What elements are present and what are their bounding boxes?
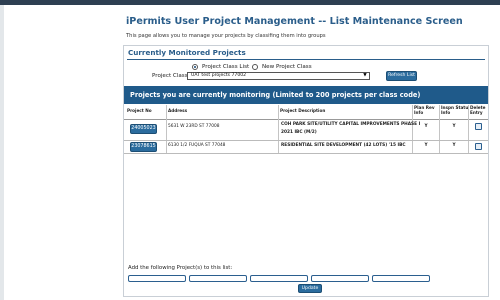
col-header-delete: Delete Entry <box>470 105 485 115</box>
add-project-input-4[interactable] <box>311 275 369 282</box>
add-project-input-3[interactable] <box>250 275 308 282</box>
radio-unchecked-icon[interactable] <box>252 64 258 70</box>
project-number-button[interactable]: 24005023 <box>130 124 157 134</box>
update-button[interactable]: Update <box>298 284 322 293</box>
radio-project-class-list[interactable]: Project Class List <box>192 63 249 71</box>
chevron-down-icon[interactable]: ▼ <box>362 73 368 78</box>
project-description-line1: COH PARK SITE/UTILITY CAPITAL IMPROVEMEN… <box>281 122 421 127</box>
page-subtitle: This page allows you to manage your proj… <box>126 33 326 39</box>
section-divider <box>127 59 485 60</box>
add-projects-label: Add the following Project(s) to this lis… <box>128 265 233 271</box>
table-row: 23078615 6130 1/2 FUQUA ST 77048 RESIDEN… <box>124 141 488 153</box>
plan-rev-value: Y <box>424 143 428 148</box>
browser-top-bar <box>0 0 500 5</box>
monitored-list-header: Projects you are currently monitoring (L… <box>124 86 488 104</box>
project-class-value: UAT test projects 77002 <box>191 73 247 78</box>
col-header-inspn-line2: Info <box>441 110 451 115</box>
project-number-button[interactable]: 23078615 <box>130 142 157 152</box>
radio-checked-icon[interactable] <box>192 64 198 70</box>
project-description-line2: 2021 IBC (M/2) <box>281 130 317 135</box>
col-header-plan-rev: Plan Rev Info <box>414 105 435 115</box>
project-address: 5631 W 23RD ST 77008 <box>168 124 220 129</box>
add-project-input-1[interactable] <box>128 275 186 282</box>
inspn-value: Y <box>452 124 456 129</box>
delete-entry-checkbox[interactable] <box>475 143 482 150</box>
section-title: Currently Monitored Projects <box>128 48 246 57</box>
project-class-select[interactable]: UAT test projects 77002 ▼ <box>187 72 370 80</box>
project-address: 6130 1/2 FUQUA ST 77048 <box>168 143 226 148</box>
table-row: 24005023 5631 W 23RD ST 77008 COH PARK S… <box>124 120 488 140</box>
project-description-line1: RESIDENTIAL SITE DEVELOPMENT (42 LOTS) '… <box>281 143 406 148</box>
col-header-address: Address <box>168 108 188 113</box>
delete-entry-checkbox[interactable] <box>475 123 482 130</box>
col-header-plan-rev-line2: Info <box>414 110 424 115</box>
col-header-project-no: Project No <box>127 108 152 113</box>
plan-rev-value: Y <box>424 124 428 129</box>
radio-new-project-class-label: New Project Class <box>262 64 312 70</box>
radio-project-class-list-label: Project Class List <box>202 64 250 70</box>
col-header-inspn: Inspn Statu Info <box>441 105 468 115</box>
inspn-value: Y <box>452 143 456 148</box>
left-edge-strip <box>0 5 4 300</box>
add-project-input-2[interactable] <box>189 275 247 282</box>
refresh-list-button[interactable]: Refresh List <box>386 71 417 81</box>
project-class-label: Project Class: <box>152 73 190 79</box>
row-divider <box>124 153 488 154</box>
col-header-description: Project Description <box>280 108 326 113</box>
page-title: iPermits User Project Management -- List… <box>126 16 463 27</box>
monitored-projects-panel: Currently Monitored Projects Project Cla… <box>123 45 489 297</box>
radio-new-project-class[interactable]: New Project Class <box>252 63 312 71</box>
col-header-delete-line2: Entry <box>470 110 483 115</box>
add-project-input-5[interactable] <box>372 275 430 282</box>
